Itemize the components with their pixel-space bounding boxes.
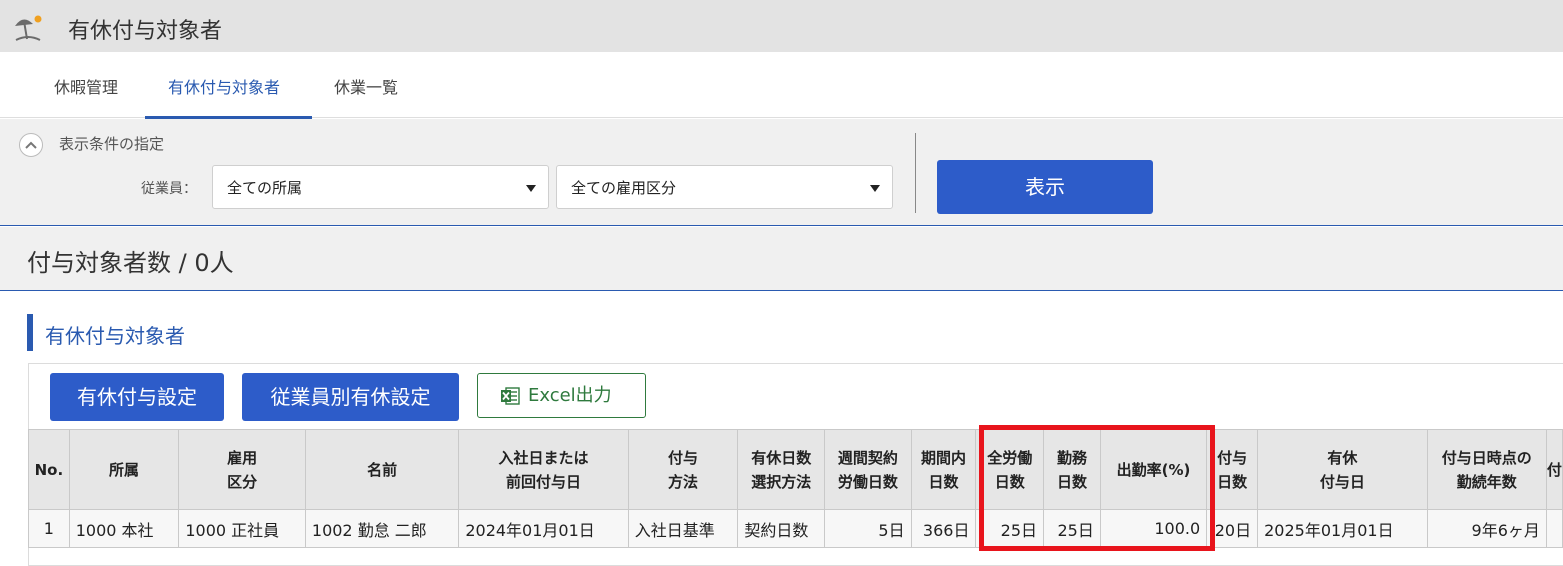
chevron-up-icon — [25, 141, 37, 149]
cell-attendance-rate: 100.0 — [1099, 509, 1208, 548]
cell-grant-date: 2025年01月01日 — [1257, 509, 1428, 548]
paid-leave-table: No. 所属 雇用 区分 名前 入社日または 前回付与日 付与 方法 有休日数 選択方法… — [28, 429, 1563, 548]
filter-title: 表示条件の指定 — [59, 135, 165, 153]
tab-leave-management[interactable]: 休暇管理 — [54, 74, 118, 118]
target-count: 付与対象者数 / 0人 — [27, 249, 234, 277]
column-header: 有休 付与日 — [1257, 429, 1428, 510]
cell-employment-type: 1000 正社員 — [178, 509, 306, 548]
column-header: 付与 方法 — [627, 429, 739, 510]
excel-output-label: Excel出力 — [528, 385, 612, 406]
column-header: 付与日時点の 勤続年数 — [1426, 429, 1547, 510]
dropdown-caret-icon — [526, 185, 536, 192]
column-header: 週間契約 労働日数 — [824, 429, 912, 510]
column-header: 出勤率(%) — [1099, 429, 1208, 510]
tab-absence-list[interactable]: 休業一覧 — [334, 74, 398, 118]
cell-total-working-days: 25日 — [975, 509, 1045, 548]
dropdown-caret-icon — [870, 185, 880, 192]
employee-label: 従業員： — [141, 181, 197, 197]
excel-icon — [501, 387, 520, 405]
column-header: 名前 — [304, 429, 460, 510]
cell-grant-days: 20日 — [1206, 509, 1259, 548]
employment-type-select-value: 全ての雇用区分 — [571, 179, 677, 197]
column-header: 入社日または 前回付与日 — [458, 429, 629, 510]
beach-umbrella-icon — [15, 15, 42, 41]
cell-period-days: 366日 — [910, 509, 977, 548]
column-header: 付与 日数 — [1206, 429, 1259, 510]
title-bar: 有休付与対象者 — [0, 0, 1563, 52]
column-header: 有休日数 選択方法 — [737, 429, 826, 510]
table-row[interactable]: 1 1000 本社 1000 正社員 1002 勤怠 二郎 2024年01月01… — [28, 509, 1563, 548]
cell-department: 1000 本社 — [68, 509, 180, 548]
cell-days-selection-method: 契約日数 — [737, 509, 826, 548]
tab-bar: 休暇管理 有休付与対象者 休業一覧 — [0, 52, 1563, 118]
table-header-row: No. 所属 雇用 区分 名前 入社日または 前回付与日 付与 方法 有休日数 選択方法… — [28, 429, 1563, 510]
employment-type-select[interactable]: 全ての雇用区分 — [556, 165, 893, 209]
cell-weekly-contract-days: 5日 — [824, 509, 912, 548]
department-select-value: 全ての所属 — [227, 179, 303, 197]
page-title: 有休付与対象者 — [68, 19, 223, 44]
cell-attendance-days: 25日 — [1043, 509, 1101, 548]
column-header: 付 — [1545, 429, 1563, 510]
collapse-button[interactable] — [19, 133, 43, 157]
show-button[interactable]: 表示 — [937, 160, 1153, 214]
section-accent-bar — [27, 314, 33, 351]
cell-name: 1002 勤怠 二郎 — [304, 509, 460, 548]
cell-service-years: 9年6ヶ月 — [1426, 509, 1547, 548]
divider — [915, 133, 916, 213]
column-header: 所属 — [68, 429, 180, 510]
cell-no: 1 — [28, 509, 70, 548]
tab-paid-leave-targets[interactable]: 有休付与対象者 — [168, 74, 280, 118]
department-select[interactable]: 全ての所属 — [212, 165, 549, 209]
cell-truncated — [1545, 509, 1563, 548]
column-header: 全労働 日数 — [975, 429, 1045, 510]
column-header: 期間内 日数 — [910, 429, 977, 510]
grant-settings-button[interactable]: 有休付与設定 — [50, 373, 224, 421]
column-header: 雇用 区分 — [178, 429, 306, 510]
count-bar — [0, 227, 1563, 291]
section-title: 有休付与対象者 — [45, 324, 185, 348]
column-header: 勤務 日数 — [1043, 429, 1101, 510]
per-employee-settings-button[interactable]: 従業員別有休設定 — [242, 373, 459, 421]
column-header: No. — [28, 429, 70, 510]
cell-grant-method: 入社日基準 — [627, 509, 739, 548]
excel-output-button[interactable]: Excel出力 — [477, 373, 646, 418]
cell-hire-or-last-grant-date: 2024年01月01日 — [458, 509, 629, 548]
